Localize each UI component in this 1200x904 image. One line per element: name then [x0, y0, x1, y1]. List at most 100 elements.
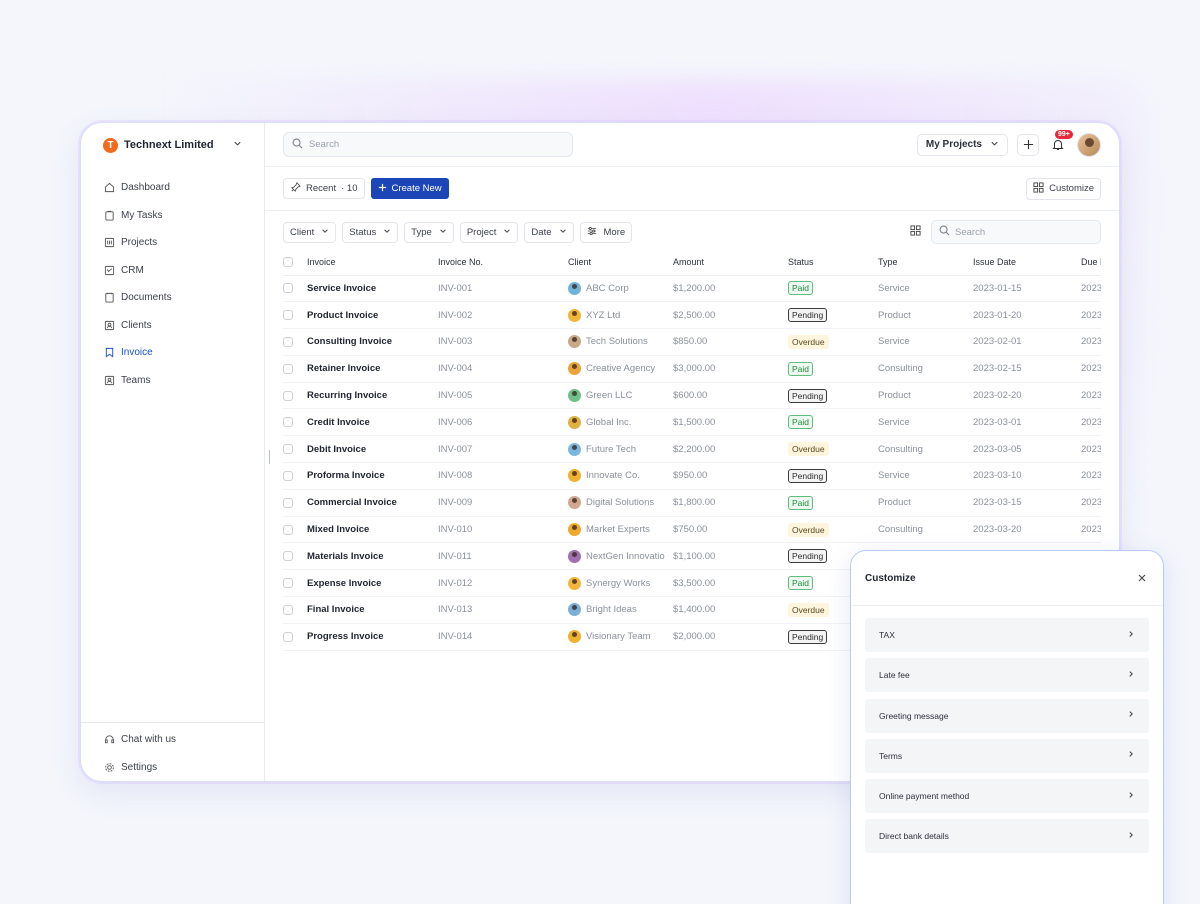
- row-checkbox[interactable]: [283, 283, 293, 294]
- sidebar-item-invoice[interactable]: Invoice: [81, 339, 264, 367]
- invoice-name[interactable]: Commercial Invoice: [307, 489, 438, 517]
- gear-icon: [105, 762, 114, 772]
- row-checkbox[interactable]: [283, 444, 293, 455]
- column-header[interactable]: Type: [878, 249, 973, 276]
- customize-option-greeting-message[interactable]: Greeting message: [865, 698, 1149, 733]
- filter-client[interactable]: Client: [283, 221, 337, 243]
- sidebar-item-my-tasks[interactable]: My Tasks: [81, 202, 264, 230]
- column-header[interactable]: Amount: [673, 249, 788, 276]
- invoice-name[interactable]: Debit Invoice: [307, 435, 438, 464]
- row-checkbox[interactable]: [283, 363, 293, 374]
- client-avatar: [568, 549, 581, 563]
- column-header[interactable]: Status: [788, 249, 878, 276]
- column-header[interactable]: Client: [568, 249, 673, 276]
- row-checkbox[interactable]: [283, 336, 293, 347]
- client-cell: Visionary Team: [568, 623, 673, 651]
- customize-option-label: Greeting message: [879, 710, 949, 721]
- recent-button[interactable]: Recent · 10: [283, 178, 366, 199]
- row-checkbox[interactable]: [283, 497, 293, 508]
- sidebar-item-label: My Tasks: [121, 209, 163, 221]
- table-row[interactable]: Mixed Invoice INV-010 Market Experts $750.0…: [283, 516, 1101, 544]
- notifications-button[interactable]: 99+: [1048, 129, 1073, 156]
- table-row[interactable]: Credit Invoice INV-006 Global Inc. $1,500.0…: [283, 408, 1101, 437]
- table-row[interactable]: Product Invoice INV-002 XYZ Ltd $2,500.00 Pe…: [283, 301, 1101, 330]
- column-header[interactable]: Issue Date: [973, 249, 1081, 276]
- filter-actions: Search: [910, 220, 1101, 244]
- more-filters-button[interactable]: More: [579, 221, 633, 243]
- sidebar-item-dashboard[interactable]: Dashboard: [81, 174, 264, 202]
- select-all-checkbox[interactable]: [283, 257, 293, 268]
- column-header[interactable]: Invoice: [307, 249, 438, 276]
- sidebar-item-clients[interactable]: Clients: [81, 312, 264, 340]
- invoice-name[interactable]: Materials Invoice: [307, 542, 438, 571]
- sidebar-item-settings[interactable]: Settings: [81, 754, 264, 782]
- column-header[interactable]: Due D: [1081, 249, 1101, 276]
- table-row[interactable]: Consulting Invoice INV-003 Tech Solutions $…: [283, 328, 1101, 356]
- row-checkbox[interactable]: [283, 310, 293, 321]
- global-search-input[interactable]: Search: [283, 132, 573, 157]
- row-checkbox[interactable]: [283, 417, 293, 428]
- sidebar-item-projects[interactable]: Projects: [81, 229, 264, 257]
- table-row[interactable]: Service Invoice INV-001 ABC Corp $1,200.00 P…: [283, 275, 1101, 303]
- table-row[interactable]: Proforma Invoice INV-008 Innovate Co. $950.…: [283, 462, 1101, 490]
- row-checkbox[interactable]: [283, 604, 293, 615]
- sidebar-item-crm[interactable]: CRM: [81, 257, 264, 285]
- table-search-placeholder: Search: [955, 226, 986, 238]
- table-row[interactable]: Commercial Invoice INV-009 Digital Solutio…: [283, 489, 1101, 517]
- customize-option-terms[interactable]: Terms: [865, 738, 1149, 773]
- invoice-name[interactable]: Expense Invoice: [307, 569, 438, 598]
- table-row[interactable]: Debit Invoice INV-007 Future Tech $2,200.00…: [283, 435, 1101, 464]
- row-checkbox[interactable]: [283, 578, 293, 589]
- row-checkbox[interactable]: [283, 631, 293, 642]
- status-cell: Paid: [788, 489, 878, 517]
- status-cell: Paid: [788, 355, 878, 383]
- customize-option-tax[interactable]: TAX: [865, 618, 1149, 652]
- filter-date[interactable]: Date: [524, 221, 574, 243]
- my-projects-dropdown[interactable]: My Projects: [916, 133, 1008, 156]
- invoice-name[interactable]: Recurring Invoice: [307, 382, 438, 410]
- row-checkbox[interactable]: [283, 524, 293, 535]
- status-badge: Pending: [788, 388, 828, 403]
- customize-option-online-payment-method[interactable]: Online payment method: [865, 779, 1149, 814]
- row-checkbox[interactable]: [283, 470, 293, 481]
- column-header[interactable]: Invoice No.: [438, 249, 568, 276]
- table-search-input[interactable]: Search: [931, 220, 1101, 244]
- issue-date: 2023-03-05: [973, 435, 1081, 464]
- sidebar-item-documents[interactable]: Documents: [81, 284, 264, 312]
- user-avatar[interactable]: [1077, 132, 1101, 157]
- create-new-button[interactable]: Create New: [371, 178, 449, 199]
- resize-handle[interactable]: [269, 450, 270, 464]
- row-checkbox[interactable]: [283, 551, 293, 562]
- close-icon[interactable]: [1135, 571, 1149, 585]
- invoice-name[interactable]: Credit Invoice: [307, 408, 438, 437]
- sidebar-item-chat-with-us[interactable]: Chat with us: [81, 726, 264, 754]
- customize-option-late-fee[interactable]: Late fee: [865, 658, 1149, 693]
- filter-status[interactable]: Status: [342, 221, 399, 243]
- add-button[interactable]: [1017, 133, 1039, 156]
- invoice-name[interactable]: Product Invoice: [307, 301, 438, 330]
- amount: $2,500.00: [673, 301, 788, 330]
- due-date: 2023: [1081, 382, 1101, 410]
- invoice-name[interactable]: Consulting Invoice: [307, 328, 438, 356]
- grid-view-icon[interactable]: [910, 223, 921, 241]
- org-switcher[interactable]: T Technext Limited: [81, 123, 264, 167]
- customize-option-label: Terms: [879, 750, 903, 761]
- customize-button[interactable]: Customize: [1026, 177, 1101, 200]
- client-avatar: [568, 335, 581, 349]
- invoice-name[interactable]: Service Invoice: [307, 275, 438, 303]
- table-row[interactable]: Retainer Invoice INV-004 Creative Agency $3…: [283, 355, 1101, 383]
- sidebar-item-teams[interactable]: Teams: [81, 367, 264, 395]
- filter-project[interactable]: Project: [459, 221, 519, 243]
- invoice-name[interactable]: Retainer Invoice: [307, 355, 438, 383]
- invoice-name[interactable]: Progress Invoice: [307, 623, 438, 651]
- filter-type[interactable]: Type: [404, 221, 454, 243]
- customize-option-direct-bank-details[interactable]: Direct bank details: [865, 819, 1149, 854]
- row-checkbox[interactable]: [283, 390, 293, 401]
- invoice-name[interactable]: Proforma Invoice: [307, 462, 438, 490]
- invoice-name[interactable]: Mixed Invoice: [307, 516, 438, 544]
- amount: $750.00: [673, 516, 788, 544]
- invoice-name[interactable]: Final Invoice: [307, 596, 438, 624]
- plus-icon: [1023, 139, 1033, 150]
- org-logo: T: [103, 137, 118, 153]
- table-row[interactable]: Recurring Invoice INV-005 Green LLC $600.00…: [283, 382, 1101, 410]
